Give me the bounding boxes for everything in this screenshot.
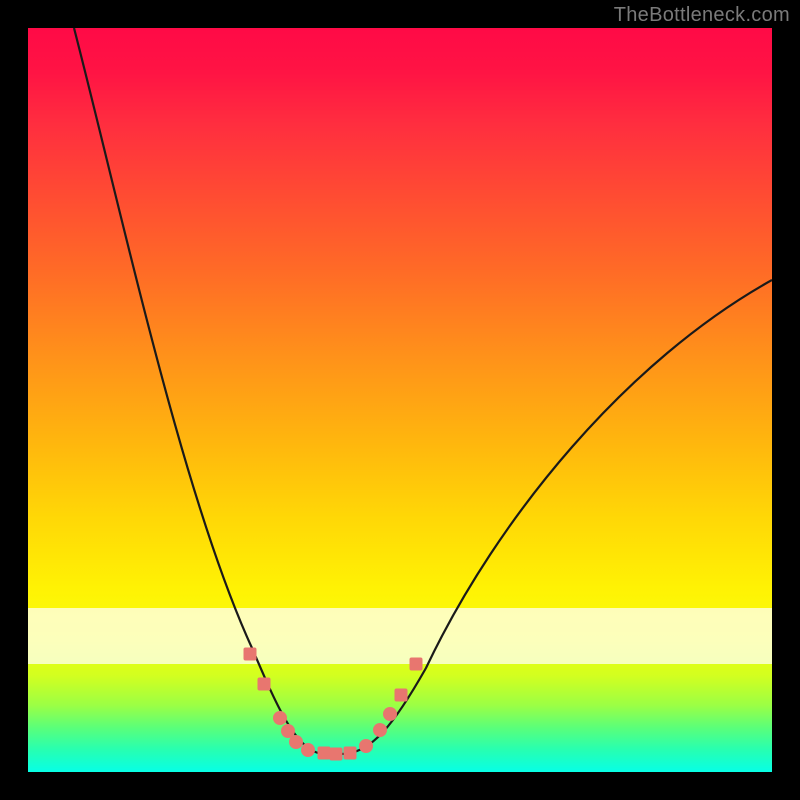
curve-path: [74, 28, 772, 754]
watermark-text: TheBottleneck.com: [614, 4, 790, 27]
bottleneck-curve: [28, 28, 772, 772]
chart-frame: [28, 28, 772, 772]
